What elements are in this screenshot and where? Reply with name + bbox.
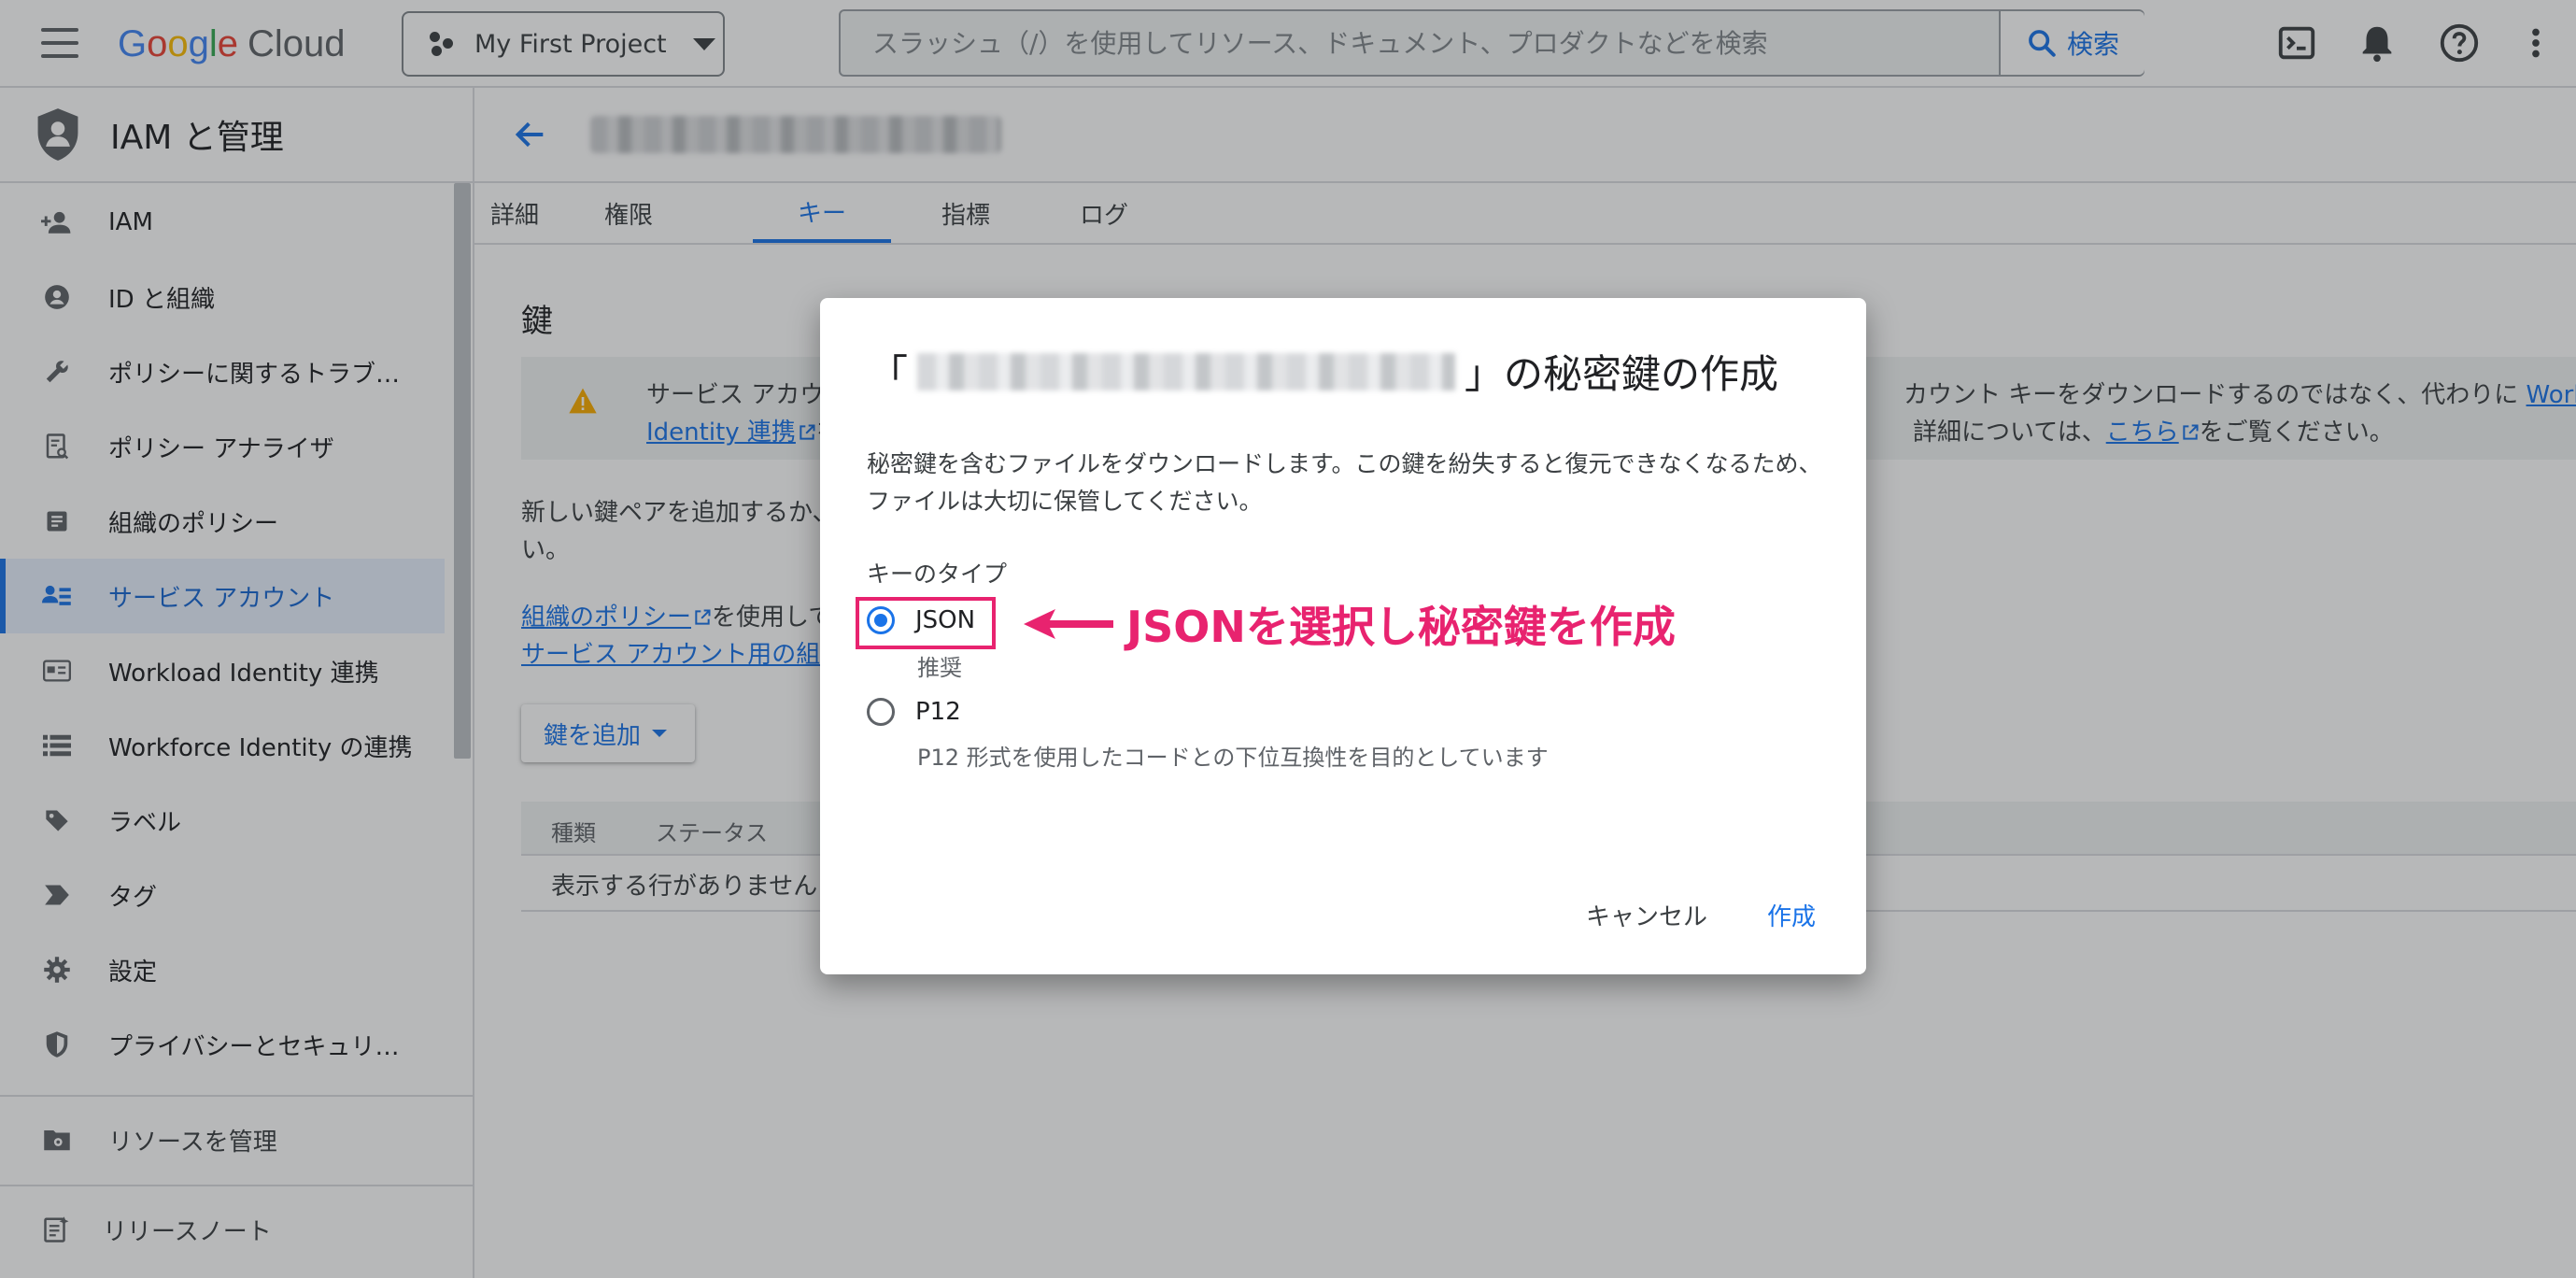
redacted-service-account-name bbox=[917, 352, 1456, 390]
dialog-title-suffix: 」の秘密鍵の作成 bbox=[1465, 351, 1779, 397]
dialog-title: 「 」の秘密鍵の作成 bbox=[869, 343, 1778, 400]
radio-label-p12: P12 bbox=[915, 698, 961, 726]
cancel-button[interactable]: キャンセル bbox=[1575, 892, 1719, 938]
radio-p12[interactable]: P12 bbox=[867, 698, 961, 726]
dialog-description: 秘密鍵を含むファイルをダウンロードします。この鍵を紛失すると復元できなくなるため… bbox=[867, 450, 1822, 515]
key-type-label: キーのタイプ bbox=[867, 561, 1008, 588]
create-private-key-dialog: 「 」の秘密鍵の作成 秘密鍵を含むファイルをダウンロードします。この鍵を紛失する… bbox=[820, 298, 1866, 974]
radio-sublabel-json: 推奨 bbox=[917, 655, 962, 681]
annotation: JSONを選択し秘密鍵を作成 bbox=[1024, 593, 1676, 655]
annotation-highlight-box bbox=[856, 597, 996, 649]
radio-sublabel-p12: P12 形式を使用したコードとの下位互換性を目的としています bbox=[917, 745, 1549, 771]
annotation-text: JSONを選択し秘密鍵を作成 bbox=[1126, 602, 1676, 652]
annotation-arrow-icon bbox=[1024, 609, 1113, 639]
app-root: GoogleCloud My First Project 検索 IAM と管理 bbox=[0, 0, 2576, 1278]
create-button[interactable]: 作成 bbox=[1756, 892, 1827, 938]
dialog-title-prefix: 「 bbox=[869, 351, 909, 397]
radio-button[interactable] bbox=[867, 698, 895, 726]
